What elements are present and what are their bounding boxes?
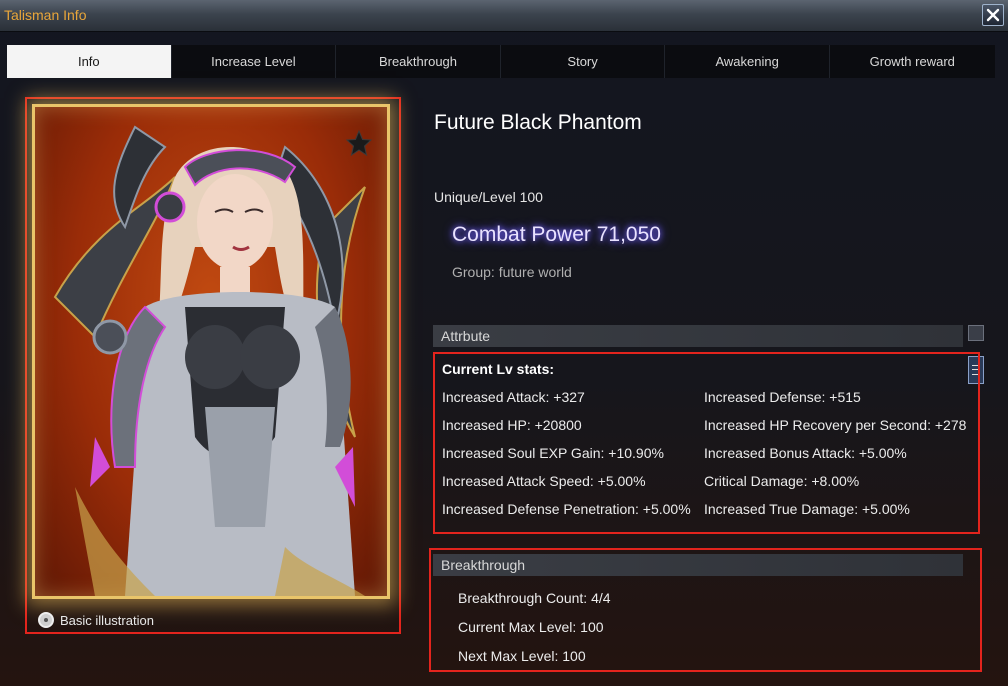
tab-increase-level[interactable]: Increase Level xyxy=(171,45,337,78)
close-button[interactable] xyxy=(982,4,1004,26)
tab-growth-reward[interactable]: Growth reward xyxy=(829,45,995,78)
scroll-up-button[interactable] xyxy=(968,325,984,341)
character-name: Future Black Phantom xyxy=(434,111,642,134)
talisman-info-window: Talisman Info Info Increase Level Breakt… xyxy=(0,0,1008,686)
stats-title: Current Lv stats: xyxy=(442,361,555,377)
talisman-card-art xyxy=(32,104,390,599)
combat-power: Combat Power 71,050 xyxy=(452,223,661,246)
stat-right-3: Critical Damage: +8.00% xyxy=(704,473,860,489)
title-bar: Talisman Info xyxy=(0,0,1008,32)
tab-info[interactable]: Info xyxy=(7,45,172,78)
stat-right-2: Increased Bonus Attack: +5.00% xyxy=(704,445,907,461)
stat-right-4: Increased True Damage: +5.00% xyxy=(704,501,910,517)
radio-icon[interactable] xyxy=(38,612,54,628)
current-max-level: Current Max Level: 100 xyxy=(458,619,604,635)
character-illustration xyxy=(53,125,366,596)
tab-awakening[interactable]: Awakening xyxy=(665,45,830,78)
illustration-selector[interactable]: Basic illustration xyxy=(38,612,154,628)
attribute-header: Attrbute xyxy=(433,325,963,347)
stat-left-1: Increased HP: +20800 xyxy=(442,417,582,433)
rarity-level: Unique/Level 100 xyxy=(434,189,543,205)
stat-left-4: Increased Defense Penetration: +5.00% xyxy=(442,501,691,517)
close-icon xyxy=(986,8,1000,22)
stat-right-0: Increased Defense: +515 xyxy=(704,389,861,405)
tab-bar: Info Increase Level Breakthrough Story A… xyxy=(7,45,995,78)
stat-left-2: Increased Soul EXP Gain: +10.90% xyxy=(442,445,664,461)
star-icon[interactable] xyxy=(345,129,373,157)
illustration-label: Basic illustration xyxy=(60,612,154,628)
stat-left-3: Increased Attack Speed: +5.00% xyxy=(442,473,646,489)
group-label: Group: future world xyxy=(452,264,572,280)
breakthrough-count: Breakthrough Count: 4/4 xyxy=(458,590,611,606)
stat-left-0: Increased Attack: +327 xyxy=(442,389,585,405)
next-max-level: Next Max Level: 100 xyxy=(458,648,586,664)
breakthrough-header: Breakthrough xyxy=(433,554,963,576)
stat-right-1: Increased HP Recovery per Second: +278 xyxy=(704,417,967,433)
tab-breakthrough[interactable]: Breakthrough xyxy=(336,45,501,78)
tab-story[interactable]: Story xyxy=(500,45,666,78)
window-title: Talisman Info xyxy=(4,7,87,23)
current-stats-panel: Current Lv stats: Increased Attack: +327… xyxy=(433,352,980,534)
